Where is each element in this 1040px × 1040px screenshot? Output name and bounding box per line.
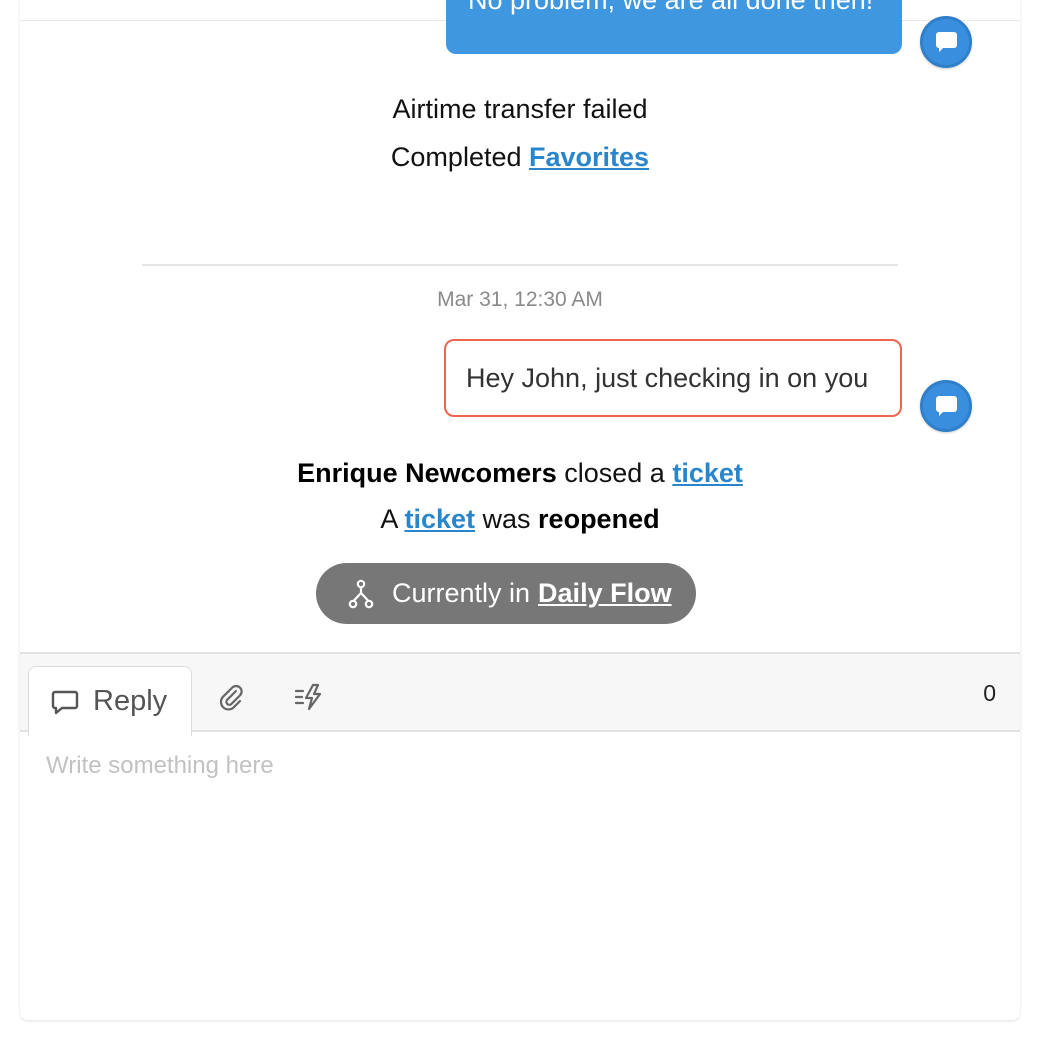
chat-bubble-icon — [51, 690, 79, 714]
message-input[interactable] — [46, 752, 986, 992]
message-bubble-outgoing-partial: No problem, we are all done then! — [446, 0, 902, 54]
event-airtime-failed: Airtime transfer failed — [392, 94, 648, 124]
compose-toolbar: Reply 0 — [20, 652, 1020, 736]
ticket-link[interactable]: ticket — [672, 458, 743, 488]
event-ticket-closed: Enrique Newcomers closed a ticket — [297, 458, 743, 488]
tab-reply[interactable]: Reply — [28, 666, 192, 736]
conversation-panel: No problem, we are all done then! Airtim… — [20, 0, 1020, 1020]
shortcut-icon[interactable] — [294, 682, 324, 712]
avatar — [920, 380, 972, 432]
flow-icon — [348, 579, 374, 608]
current-flow-pill: Currently in Daily Flow — [316, 563, 696, 624]
actor-name: Enrique Newcomers — [297, 458, 557, 488]
paperclip-icon[interactable] — [216, 682, 246, 712]
message-text: No problem, we are all done then! — [468, 0, 874, 15]
message-bubble-icon — [936, 32, 957, 52]
reply-tab-label: Reply — [93, 685, 168, 717]
date-divider — [142, 264, 898, 266]
character-counter: 0 — [983, 680, 996, 706]
event-completed: Completed Favorites — [390, 142, 650, 172]
favorites-link[interactable]: Favorites — [529, 142, 649, 172]
message-bubble-outgoing: Hey John, just checking in on you — [444, 339, 902, 417]
message-bubble-icon — [936, 396, 957, 416]
message-text: Hey John, just checking in on you — [466, 363, 869, 393]
flow-link[interactable]: Daily Flow — [538, 578, 672, 609]
ticket-link[interactable]: ticket — [404, 504, 475, 534]
event-ticket-reopened: A ticket was reopened — [380, 504, 660, 534]
avatar — [920, 16, 972, 68]
message-timestamp: Mar 31, 12:30 AM — [437, 288, 603, 311]
